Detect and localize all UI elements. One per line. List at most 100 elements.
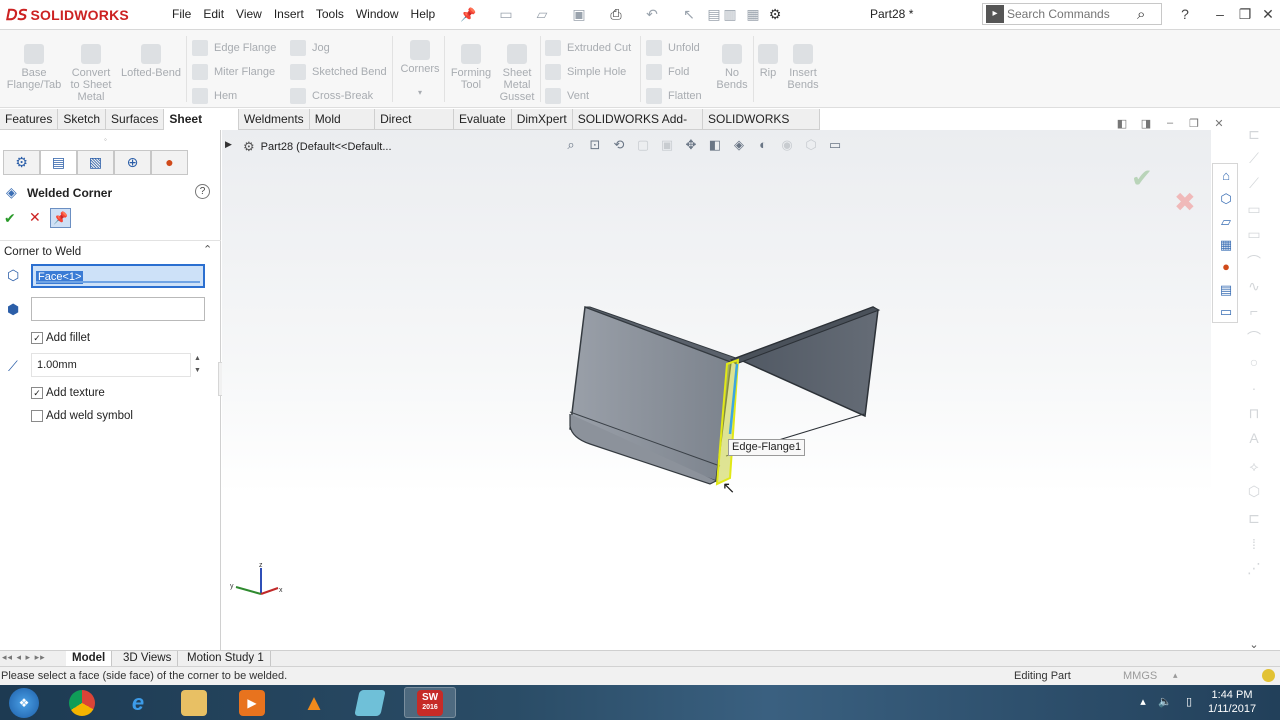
rip-button[interactable]: Rip bbox=[755, 44, 781, 79]
corner-to-weld-section-header[interactable]: Corner to Weld ⌃ bbox=[0, 240, 221, 260]
tab-scroll-arrows-icon[interactable]: ◂◂ ◂ ▸ ▸▸ bbox=[2, 652, 46, 663]
sketched-bend-button[interactable]: Sketched Bend bbox=[290, 64, 387, 80]
tab-dimxpert[interactable]: DimXpert bbox=[512, 109, 573, 130]
file-properties-icon[interactable]: ▥ bbox=[721, 6, 739, 22]
viewport-tile-left-icon[interactable]: ◧ bbox=[1114, 117, 1130, 131]
help-icon[interactable]: ? bbox=[195, 184, 210, 199]
tree-expand-arrow-icon[interactable]: ▶ bbox=[225, 139, 232, 150]
edge-flange-button[interactable]: Edge Flange bbox=[192, 40, 276, 56]
options-list-icon[interactable]: ▦ bbox=[744, 6, 762, 22]
rectangle-tool-icon[interactable]: ▭ bbox=[1245, 201, 1263, 219]
panel-splitter-handle[interactable]: ◦ bbox=[104, 135, 107, 144]
help-question-icon[interactable]: ? bbox=[1175, 4, 1195, 24]
menu-edit[interactable]: Edit bbox=[197, 7, 230, 21]
extruded-cut-button[interactable]: Extruded Cut bbox=[545, 40, 631, 56]
edit-appearance-icon[interactable]: ◐ bbox=[754, 137, 772, 153]
confirmation-corner-cancel-icon[interactable]: ✖ bbox=[1174, 187, 1196, 218]
internet-explorer-taskbar-button[interactable]: e bbox=[112, 687, 164, 718]
relations-tool-icon[interactable]: ⋰ bbox=[1245, 560, 1263, 578]
corners-dropdown-icon[interactable]: ▾ bbox=[398, 87, 442, 99]
custom-properties-icon[interactable]: ▤ bbox=[1217, 281, 1235, 299]
section-view-icon[interactable]: ▢ bbox=[634, 137, 652, 153]
tab-solidworks-add-ins[interactable]: SOLIDWORKS Add-Ins bbox=[573, 109, 704, 147]
fold-button[interactable]: Fold bbox=[646, 64, 689, 80]
mirror-tool-icon[interactable]: ⊏ bbox=[1245, 510, 1263, 528]
add-texture-checkbox[interactable]: ✓ bbox=[31, 387, 43, 399]
offset-tool-icon[interactable]: ⌒ bbox=[1245, 328, 1263, 346]
sheet-metal-gusset-button[interactable]: Sheet Metal Gusset bbox=[496, 44, 538, 103]
zoom-to-fit-icon[interactable]: ⌕ bbox=[562, 137, 580, 153]
sheet-metal-part-model[interactable] bbox=[560, 298, 890, 498]
design-library-icon[interactable]: ⬡ bbox=[1217, 190, 1235, 208]
slot-tool-icon[interactable]: ⟋ bbox=[1245, 175, 1263, 193]
miter-flange-button[interactable]: Miter Flange bbox=[192, 64, 275, 80]
vlc-taskbar-button[interactable]: ▲ bbox=[288, 687, 340, 718]
restore-window-icon[interactable]: ❐ bbox=[1235, 4, 1255, 24]
chrome-taskbar-button[interactable] bbox=[56, 687, 108, 718]
zoom-to-area-icon[interactable]: ⊡ bbox=[586, 137, 604, 153]
tab-sketch[interactable]: Sketch bbox=[58, 109, 107, 130]
tab-motion-study-1[interactable]: Motion Study 1 bbox=[181, 651, 271, 666]
right-flange-face[interactable] bbox=[734, 306, 879, 418]
no-bends-button[interactable]: No Bends bbox=[713, 44, 751, 91]
tab-evaluate[interactable]: Evaluate bbox=[454, 109, 512, 130]
tab-features[interactable]: Features bbox=[0, 109, 59, 130]
taskbar-clock[interactable]: 1:44 PM 1/11/2017 bbox=[1202, 688, 1262, 716]
spin-up-icon[interactable]: ▲ bbox=[194, 355, 201, 362]
spin-down-icon[interactable]: ▼ bbox=[194, 367, 201, 374]
file-explorer-icon[interactable]: ▱ bbox=[1217, 213, 1235, 231]
menu-help[interactable]: Help bbox=[405, 7, 442, 21]
keep-visible-pushpin-icon[interactable]: 📌 bbox=[50, 208, 71, 228]
view-orientation-icon[interactable]: ✥ bbox=[682, 137, 700, 153]
menu-window[interactable]: Window bbox=[350, 7, 405, 21]
print-icon[interactable]: ⎙ bbox=[607, 6, 625, 22]
smart-dimension-icon[interactable]: ⟡ bbox=[1245, 458, 1263, 476]
new-document-icon[interactable]: ▭ bbox=[497, 6, 515, 22]
display-manager-tab-icon[interactable]: ● bbox=[151, 150, 188, 175]
apply-scene-icon[interactable]: ◉ bbox=[778, 137, 796, 153]
polygon-tool-icon[interactable]: ▭ bbox=[1245, 226, 1263, 244]
feature-tree-flyout[interactable]: ⚙ Part28 (Default<<Default... bbox=[243, 139, 392, 155]
tab-weldments[interactable]: Weldments bbox=[239, 109, 310, 130]
battery-icon[interactable]: ▯ bbox=[1182, 695, 1196, 709]
feature-manager-tab-icon[interactable]: ⚙ bbox=[3, 150, 40, 175]
search-input[interactable] bbox=[1007, 7, 1135, 21]
convert-to-sheet-metal-button[interactable]: Convert to Sheet Metal bbox=[64, 44, 118, 103]
appearances-icon[interactable]: ● bbox=[1217, 258, 1235, 276]
lofted-bend-button[interactable]: Lofted-Bend bbox=[118, 44, 184, 79]
search-scope-icon[interactable]: ▸ bbox=[986, 5, 1004, 23]
search-icon[interactable]: ⌕ bbox=[1137, 6, 1145, 23]
start-button[interactable]: ❖ bbox=[0, 687, 48, 718]
add-weld-symbol-checkbox[interactable] bbox=[31, 410, 43, 422]
hem-button[interactable]: Hem bbox=[192, 88, 237, 104]
configuration-manager-tab-icon[interactable]: ▧ bbox=[77, 150, 114, 175]
hide-show-items-icon[interactable]: ◈ bbox=[730, 137, 748, 153]
dynamic-annotation-icon[interactable]: ▣ bbox=[658, 137, 676, 153]
text-tool-icon[interactable]: A bbox=[1245, 430, 1263, 448]
menu-insert[interactable]: Insert bbox=[268, 7, 310, 21]
add-fillet-checkbox[interactable]: ✓ bbox=[31, 332, 43, 344]
viewport-minimize-icon[interactable]: – bbox=[1162, 117, 1178, 131]
flatten-button[interactable]: Flatten bbox=[646, 88, 702, 104]
forum-icon[interactable]: ▭ bbox=[1217, 303, 1235, 321]
save-icon[interactable]: ▣ bbox=[570, 6, 588, 22]
collapse-chevron-icon[interactable]: ⌃ bbox=[203, 243, 212, 256]
cancel-x-icon[interactable]: ✕ bbox=[29, 209, 43, 225]
fillet-radius-input[interactable]: 1.00mm bbox=[31, 353, 191, 377]
close-window-icon[interactable]: ✕ bbox=[1258, 4, 1278, 24]
pin-menu-icon[interactable]: 📌 bbox=[460, 7, 476, 22]
confirmation-corner-ok-icon[interactable]: ✔ bbox=[1131, 163, 1153, 194]
circle-tool-icon[interactable]: ○ bbox=[1245, 354, 1263, 372]
corners-button[interactable]: Corners ▾ bbox=[398, 40, 442, 99]
cross-break-button[interactable]: Cross-Break bbox=[290, 88, 373, 104]
menu-view[interactable]: View bbox=[230, 7, 268, 21]
arc-tool-icon[interactable]: ⟋ bbox=[1245, 150, 1263, 168]
spline-tool-icon[interactable]: ⌒ bbox=[1245, 252, 1263, 270]
property-manager-tab-icon[interactable]: ▤ bbox=[40, 150, 77, 175]
menu-tools[interactable]: Tools bbox=[310, 7, 350, 21]
volume-icon[interactable]: 🔈 bbox=[1158, 695, 1172, 709]
viewport-tile-right-icon[interactable]: ◨ bbox=[1138, 117, 1154, 131]
ok-checkmark-icon[interactable]: ✔ bbox=[4, 210, 18, 226]
3d-box-icon[interactable]: ⬡ bbox=[1245, 483, 1263, 501]
solidworks-taskbar-button[interactable]: SW 2016 bbox=[404, 687, 456, 718]
